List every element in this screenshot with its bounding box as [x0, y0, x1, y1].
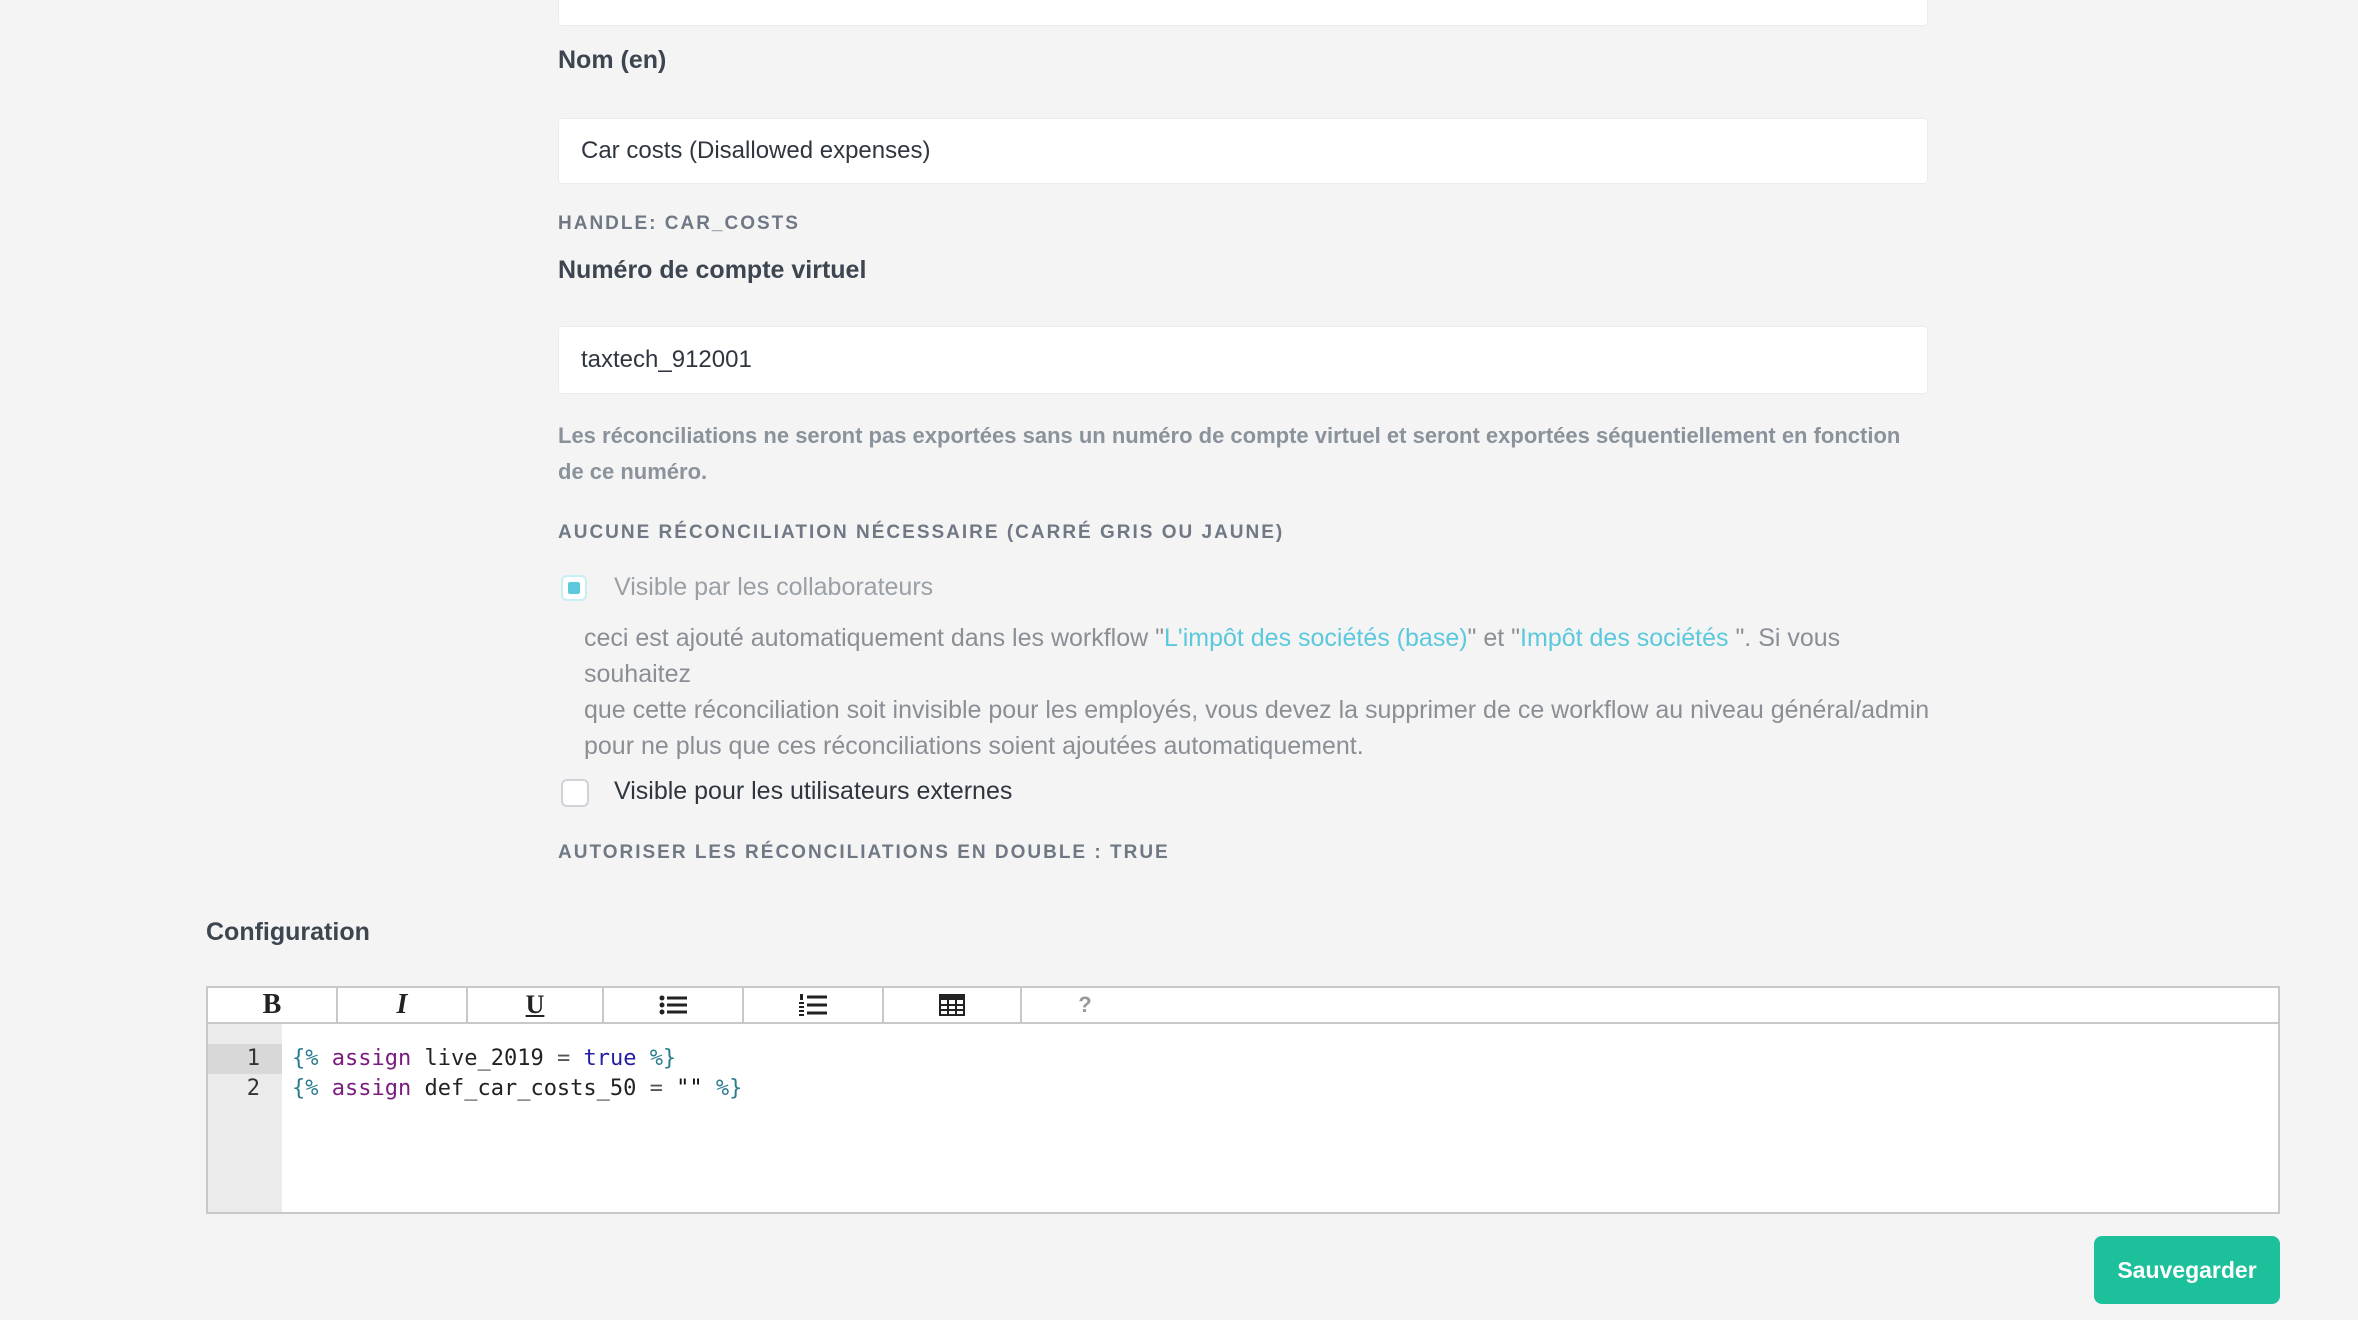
code-token: {%: [292, 1076, 319, 1101]
code-token: =: [649, 1076, 663, 1101]
virtual-account-help: Les réconciliations ne seront pas export…: [558, 418, 1938, 490]
bold-icon: B: [262, 989, 282, 1020]
underline-icon: U: [525, 990, 545, 1019]
bold-button[interactable]: B: [208, 988, 338, 1022]
description-text-mid: " et ": [1467, 624, 1521, 652]
italic-button[interactable]: I: [338, 988, 468, 1022]
code-token: assign: [331, 1046, 412, 1071]
bullet-list-button[interactable]: [604, 988, 744, 1022]
no-reconciliation-heading: AUCUNE RÉCONCILIATION NÉCESSAIRE (CARRÉ …: [558, 522, 1285, 543]
code-line: {% assign def_car_costs_50 = "" %}: [292, 1076, 742, 1101]
italic-icon: I: [396, 989, 408, 1020]
editor-toolbar: B I U ?: [206, 986, 2280, 1024]
table-button[interactable]: [884, 988, 1022, 1022]
auto-added-description: ceci est ajouté automatiquement dans les…: [584, 620, 1944, 764]
numbered-list-icon: [799, 994, 827, 1016]
description-line3: pour ne plus que ces réconciliations soi…: [584, 732, 1364, 760]
code-token: assign: [331, 1076, 412, 1101]
code-token: %}: [715, 1076, 743, 1101]
workflow-link-corporate-tax[interactable]: Impôt des sociétés: [1520, 624, 1735, 652]
handle-text: HANDLE: CAR_COSTS: [558, 213, 800, 234]
workflow-link-corporate-tax-base[interactable]: L'impôt des sociétés (base): [1164, 624, 1468, 652]
name-en-label: Nom (en): [558, 46, 667, 74]
line-number: 1: [246, 1046, 260, 1071]
virtual-account-help-line2: de ce numéro.: [558, 459, 708, 484]
code-token: live_2019: [424, 1046, 544, 1071]
underline-button[interactable]: U: [468, 988, 604, 1022]
code-editor[interactable]: 1 2 {% assign live_2019 = true %} {% ass…: [206, 1024, 2280, 1214]
virtual-account-help-line1: Les réconciliations ne seront pas export…: [558, 423, 1901, 448]
description-line2: que cette réconciliation soit invisible …: [584, 696, 1930, 724]
code-token: true: [583, 1046, 637, 1071]
name-en-value: Car costs (Disallowed expenses): [581, 137, 931, 164]
visible-external-checkbox[interactable]: [561, 779, 589, 807]
checkbox-check-mark: [568, 582, 580, 594]
code-token: %}: [649, 1046, 677, 1071]
code-token: {%: [292, 1046, 319, 1071]
visible-collaborators-label[interactable]: Visible par les collaborateurs: [614, 573, 933, 602]
description-line1: ceci est ajouté automatiquement dans les…: [584, 620, 1944, 692]
description-text-pre: ceci est ajouté automatiquement dans les…: [584, 624, 1165, 652]
previous-field-input[interactable]: [558, 0, 1928, 26]
virtual-account-value: taxtech_912001: [581, 346, 752, 373]
numbered-list-button[interactable]: [744, 988, 884, 1022]
visible-collaborators-checkbox[interactable]: [561, 575, 587, 601]
visible-external-label[interactable]: Visible pour les utilisateurs externes: [614, 777, 1012, 806]
code-token: "": [676, 1076, 703, 1101]
line-number: 2: [246, 1076, 260, 1101]
bullet-list-icon: [659, 995, 687, 1015]
name-en-input[interactable]: Car costs (Disallowed expenses): [558, 118, 1928, 184]
code-token: def_car_costs_50: [424, 1076, 637, 1101]
table-icon: [939, 994, 965, 1016]
help-button[interactable]: ?: [1022, 988, 1148, 1022]
virtual-account-label: Numéro de compte virtuel: [558, 256, 867, 284]
code-line: {% assign live_2019 = true %}: [292, 1046, 676, 1071]
allow-duplicates-text: AUTORISER LES RÉCONCILIATIONS EN DOUBLE …: [558, 842, 1170, 863]
code-token: =: [556, 1046, 571, 1071]
configuration-label: Configuration: [206, 918, 370, 946]
line-number-gutter: 1 2: [208, 1024, 282, 1212]
save-button[interactable]: Sauvegarder: [2094, 1236, 2280, 1304]
virtual-account-input[interactable]: taxtech_912001: [558, 326, 1928, 394]
question-mark-icon: ?: [1078, 992, 1092, 1017]
